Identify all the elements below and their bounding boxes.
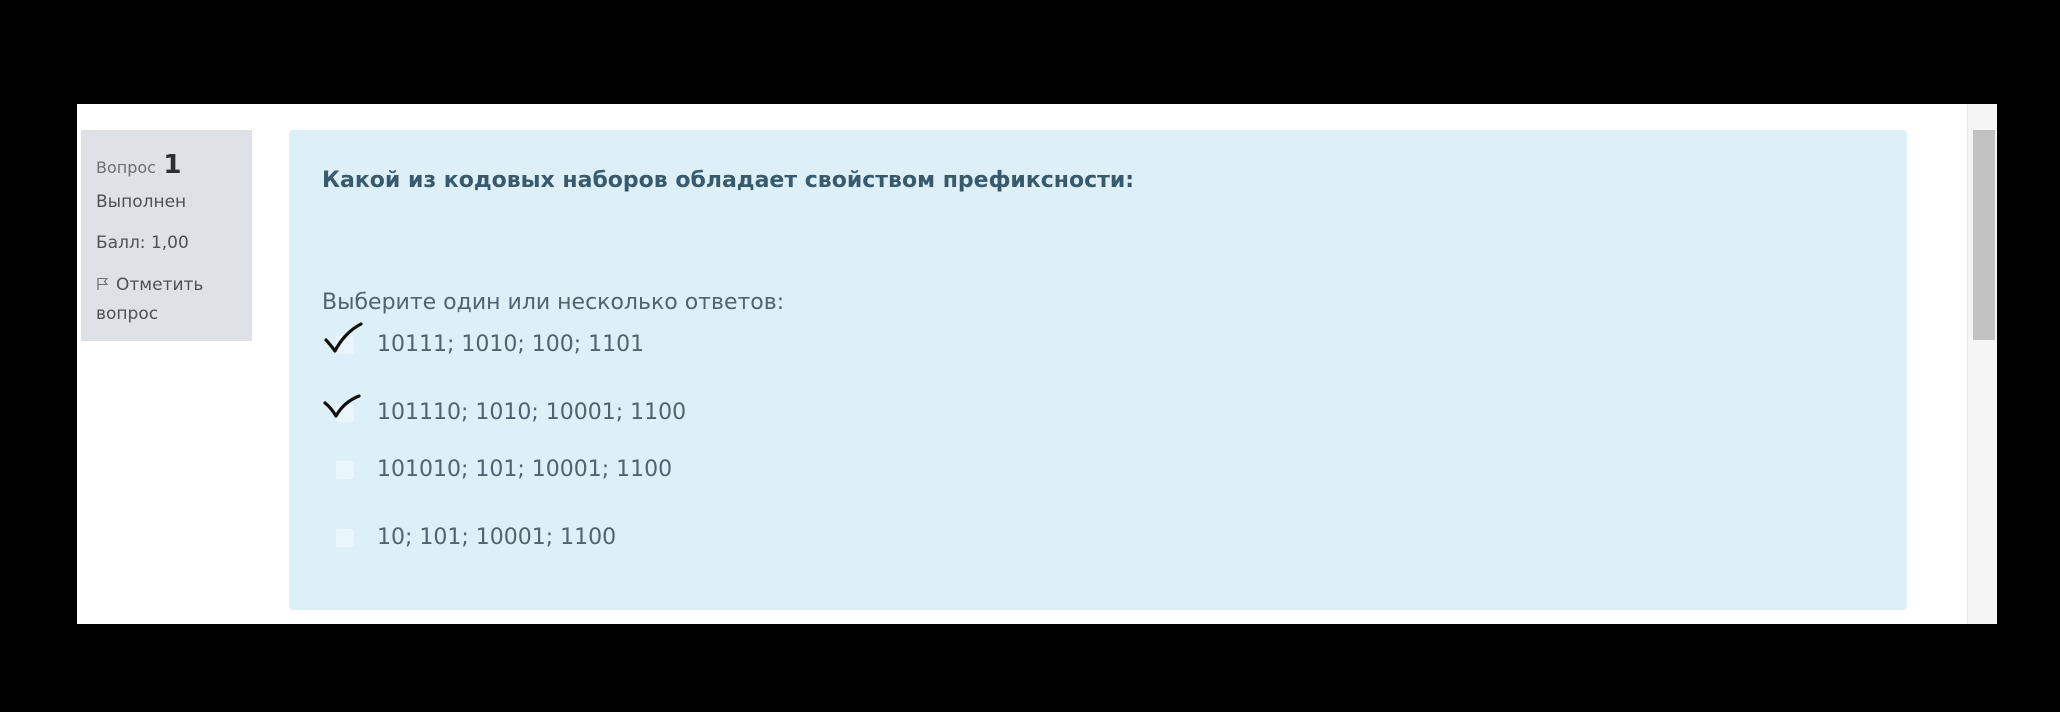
question-number-label: Вопрос xyxy=(96,158,156,177)
question-text: Какой из кодовых наборов обладает свойст… xyxy=(322,168,1135,193)
question-number-value: 1 xyxy=(163,150,182,180)
answer-prompt: Выберите один или несколько ответов: xyxy=(322,290,785,315)
answer-option-label: 10; 101; 10001; 1100 xyxy=(377,525,617,550)
question-content: Какой из кодовых наборов обладает свойст… xyxy=(289,130,1907,610)
question-state: Выполнен xyxy=(96,192,187,212)
answer-option-label: 10111; 1010; 100; 1101 xyxy=(377,332,645,357)
question-number: Вопрос 1 xyxy=(96,150,252,184)
checkmark-icon xyxy=(324,322,363,353)
question-grade: Балл: 1,00 xyxy=(96,233,189,253)
question-info-panel: Вопрос 1 Выполнен Балл: 1,00 Отметить во… xyxy=(81,130,252,341)
flag-question-label: Отметить вопрос xyxy=(96,275,204,324)
answer-option-label: 101110; 1010; 10001; 1100 xyxy=(377,400,687,425)
flag-icon xyxy=(97,277,109,290)
scrollbar-thumb[interactable] xyxy=(1973,130,1995,340)
answer-checkbox[interactable] xyxy=(336,461,354,479)
answer-option-label: 101010; 101; 10001; 1100 xyxy=(377,457,673,482)
quiz-page: Вопрос 1 Выполнен Балл: 1,00 Отметить во… xyxy=(77,104,1997,624)
answer-checkbox[interactable] xyxy=(336,529,354,547)
scrollbar[interactable] xyxy=(1967,104,1997,624)
flag-question-link[interactable]: Отметить вопрос xyxy=(96,271,252,329)
checkmark-icon xyxy=(323,394,361,418)
